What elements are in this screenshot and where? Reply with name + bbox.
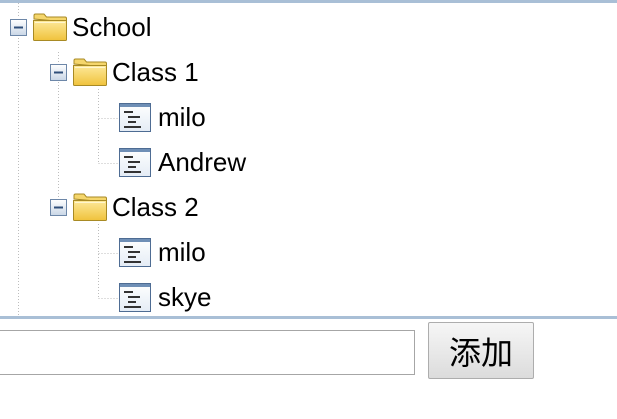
- folder-icon: [73, 58, 107, 86]
- tree-node-label: Class 2: [112, 192, 199, 222]
- tree-node-class-2-milo[interactable]: milo: [118, 236, 206, 268]
- document-icon: [119, 283, 151, 312]
- node-name-input[interactable]: [0, 330, 415, 375]
- add-button[interactable]: 添加: [428, 322, 534, 379]
- document-icon: [119, 148, 151, 177]
- collapse-toggle-icon[interactable]: [50, 198, 67, 216]
- collapse-toggle-icon[interactable]: [10, 18, 27, 36]
- tree-node-class-1-andrew[interactable]: Andrew: [118, 146, 246, 178]
- tree-node-class-2-skye[interactable]: skye: [118, 281, 211, 313]
- tree-node-label: Class 1: [112, 57, 199, 87]
- tree-panel: School Class 1 milo Andrew Class 2 milo …: [0, 0, 617, 319]
- tree-node-class-1-milo[interactable]: milo: [118, 101, 206, 133]
- tree-node-class-2[interactable]: Class 2: [50, 191, 199, 223]
- document-icon: [119, 103, 151, 132]
- page: School Class 1 milo Andrew Class 2 milo …: [0, 0, 617, 419]
- folder-icon: [73, 193, 107, 221]
- tree-node-label: skye: [158, 282, 212, 312]
- collapse-toggle-icon[interactable]: [50, 63, 67, 81]
- tree-node-label: Andrew: [158, 147, 247, 177]
- folder-icon: [33, 13, 67, 41]
- tree-node-school[interactable]: School: [10, 11, 152, 43]
- tree-node-class-1[interactable]: Class 1: [50, 56, 199, 88]
- tree-guide-lines: [18, 3, 118, 316]
- tree-node-label: School: [72, 12, 152, 42]
- document-icon: [119, 238, 151, 267]
- tree-node-label: milo: [158, 102, 206, 132]
- tree-node-label: milo: [158, 237, 206, 267]
